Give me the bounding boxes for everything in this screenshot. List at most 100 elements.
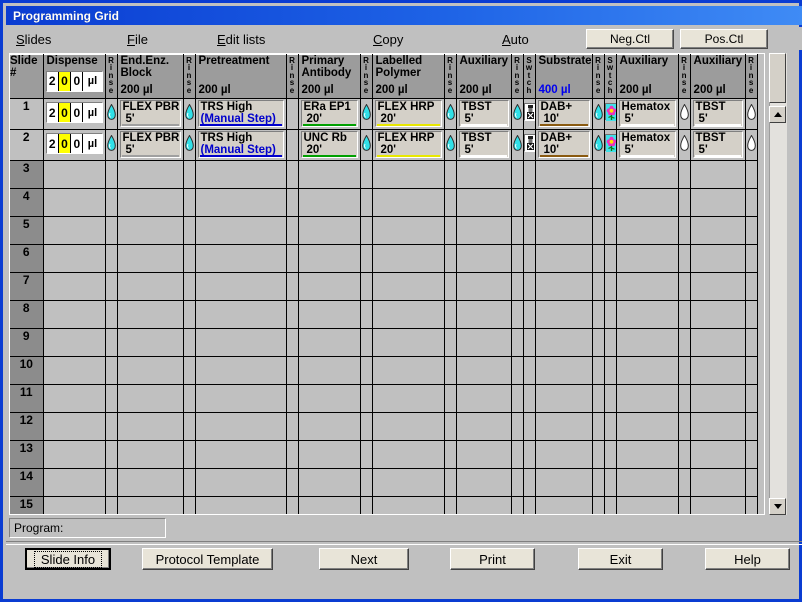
row-6-cell-9[interactable] [372, 244, 445, 273]
row-14-cell-9[interactable] [372, 468, 445, 497]
row-12-cell-18[interactable] [678, 412, 691, 441]
row-4-cell-19[interactable] [690, 188, 746, 217]
exit-button[interactable]: Exit [578, 548, 663, 570]
program-field[interactable]: Program: [9, 518, 166, 538]
row-11-cell-16[interactable] [604, 384, 617, 413]
table-row[interactable]: 1 2 0 0 µl FLEX PBR 5' TRS High (Manual Step) ERa… [10, 98, 758, 130]
row-1-pretreatment[interactable]: TRS High (Manual Step) [195, 98, 287, 130]
row-15-cell-11[interactable] [456, 496, 512, 514]
row-10-cell-20[interactable] [745, 356, 758, 385]
row-9-cell-20[interactable] [745, 328, 758, 357]
row-10-cell-10[interactable] [444, 356, 457, 385]
row-3-cell-11[interactable] [456, 160, 512, 189]
row-10-cell-9[interactable] [372, 356, 445, 385]
row-5-cell-15[interactable] [592, 216, 605, 245]
table-row[interactable]: 15 [10, 496, 758, 514]
row-14-cell-20[interactable] [745, 468, 758, 497]
table-row[interactable]: 14 [10, 468, 758, 497]
row-3-cell-1[interactable] [43, 160, 106, 189]
row-5-cell-5[interactable] [195, 216, 287, 245]
row-13-cell-10[interactable] [444, 440, 457, 469]
row-13-cell-15[interactable] [592, 440, 605, 469]
row-6-cell-19[interactable] [690, 244, 746, 273]
row-10-cell-19[interactable] [690, 356, 746, 385]
row-13-cell-12[interactable] [511, 440, 524, 469]
row-15-cell-9[interactable] [372, 496, 445, 514]
row-8-cell-10[interactable] [444, 300, 457, 329]
row-7-cell-17[interactable] [616, 272, 679, 301]
row-8-cell-20[interactable] [745, 300, 758, 329]
row-2-rinse-7[interactable] [592, 129, 605, 161]
row-13-cell-8[interactable] [360, 440, 373, 469]
row-14-cell-12[interactable] [511, 468, 524, 497]
row-6-cell-12[interactable] [511, 244, 524, 273]
row-12-cell-10[interactable] [444, 412, 457, 441]
row-6-cell-18[interactable] [678, 244, 691, 273]
row-12-cell-9[interactable] [372, 412, 445, 441]
row-11-cell-11[interactable] [456, 384, 512, 413]
row-3-cell-8[interactable] [360, 160, 373, 189]
row-11-cell-17[interactable] [616, 384, 679, 413]
row-13-cell-5[interactable] [195, 440, 287, 469]
row-1-rinse-4[interactable] [360, 98, 373, 130]
row-9-cell-12[interactable] [511, 328, 524, 357]
table-row[interactable]: 4 [10, 188, 758, 217]
row-2-auxiliary-3-cell[interactable]: TBST 5' [692, 131, 743, 158]
row-7-cell-20[interactable] [745, 272, 758, 301]
row-3-cell-5[interactable] [195, 160, 287, 189]
row-11-cell-20[interactable] [745, 384, 758, 413]
row-9-cell-1[interactable] [43, 328, 106, 357]
row-15-cell-5[interactable] [195, 496, 287, 514]
row-13-cell-14[interactable] [535, 440, 593, 469]
row-5-cell-2[interactable] [105, 216, 118, 245]
row-9-cell-17[interactable] [616, 328, 679, 357]
row-13-cell-17[interactable] [616, 440, 679, 469]
row-9-cell-8[interactable] [360, 328, 373, 357]
row-5-cell-7[interactable] [298, 216, 361, 245]
row-3-cell-12[interactable] [511, 160, 524, 189]
row-11-cell-13[interactable] [523, 384, 536, 413]
row-11-cell-14[interactable] [535, 384, 593, 413]
row-1-primary-antibody-cell[interactable]: ERa EP1 20' [300, 100, 358, 127]
row-10-cell-1[interactable] [43, 356, 106, 385]
row-4-cell-10[interactable] [444, 188, 457, 217]
row-5-cell-11[interactable] [456, 216, 512, 245]
row-10-cell-4[interactable] [183, 356, 196, 385]
row-7-cell-19[interactable] [690, 272, 746, 301]
row-12-cell-11[interactable] [456, 412, 512, 441]
row-4-cell-4[interactable] [183, 188, 196, 217]
row-15-cell-14[interactable] [535, 496, 593, 514]
row-6-cell-15[interactable] [592, 244, 605, 273]
row-10-cell-2[interactable] [105, 356, 118, 385]
row-5-cell-20[interactable] [745, 216, 758, 245]
row-14-cell-7[interactable] [298, 468, 361, 497]
row-13-cell-6[interactable] [286, 440, 299, 469]
row-9-cell-9[interactable] [372, 328, 445, 357]
row-11-cell-5[interactable] [195, 384, 287, 413]
row-2-auxiliary-3[interactable]: TBST 5' [690, 129, 746, 161]
row-11-cell-9[interactable] [372, 384, 445, 413]
row-12-cell-1[interactable] [43, 412, 106, 441]
print-button[interactable]: Print [450, 548, 535, 570]
row-7-cell-2[interactable] [105, 272, 118, 301]
table-row[interactable]: 6 [10, 244, 758, 273]
row-9-cell-19[interactable] [690, 328, 746, 357]
row-11-cell-2[interactable] [105, 384, 118, 413]
row-8-cell-15[interactable] [592, 300, 605, 329]
scrollbar-thumb[interactable] [769, 53, 786, 103]
help-button[interactable]: Help [705, 548, 790, 570]
row-11-cell-3[interactable] [117, 384, 184, 413]
menu-item-copy[interactable]: Copy [369, 31, 407, 48]
row-4-cell-9[interactable] [372, 188, 445, 217]
row-8-cell-11[interactable] [456, 300, 512, 329]
row-9-cell-16[interactable] [604, 328, 617, 357]
row-9-cell-18[interactable] [678, 328, 691, 357]
row-2-substrate[interactable]: DAB+ 10' [535, 129, 593, 161]
row-13-cell-1[interactable] [43, 440, 106, 469]
row-9-cell-6[interactable] [286, 328, 299, 357]
row-4-cell-15[interactable] [592, 188, 605, 217]
row-2-primary-antibody[interactable]: UNC Rb 20' [298, 129, 361, 161]
row-2-rinse-2[interactable] [183, 129, 196, 161]
row-15-number[interactable]: 15 [10, 496, 44, 514]
row-8-cell-2[interactable] [105, 300, 118, 329]
